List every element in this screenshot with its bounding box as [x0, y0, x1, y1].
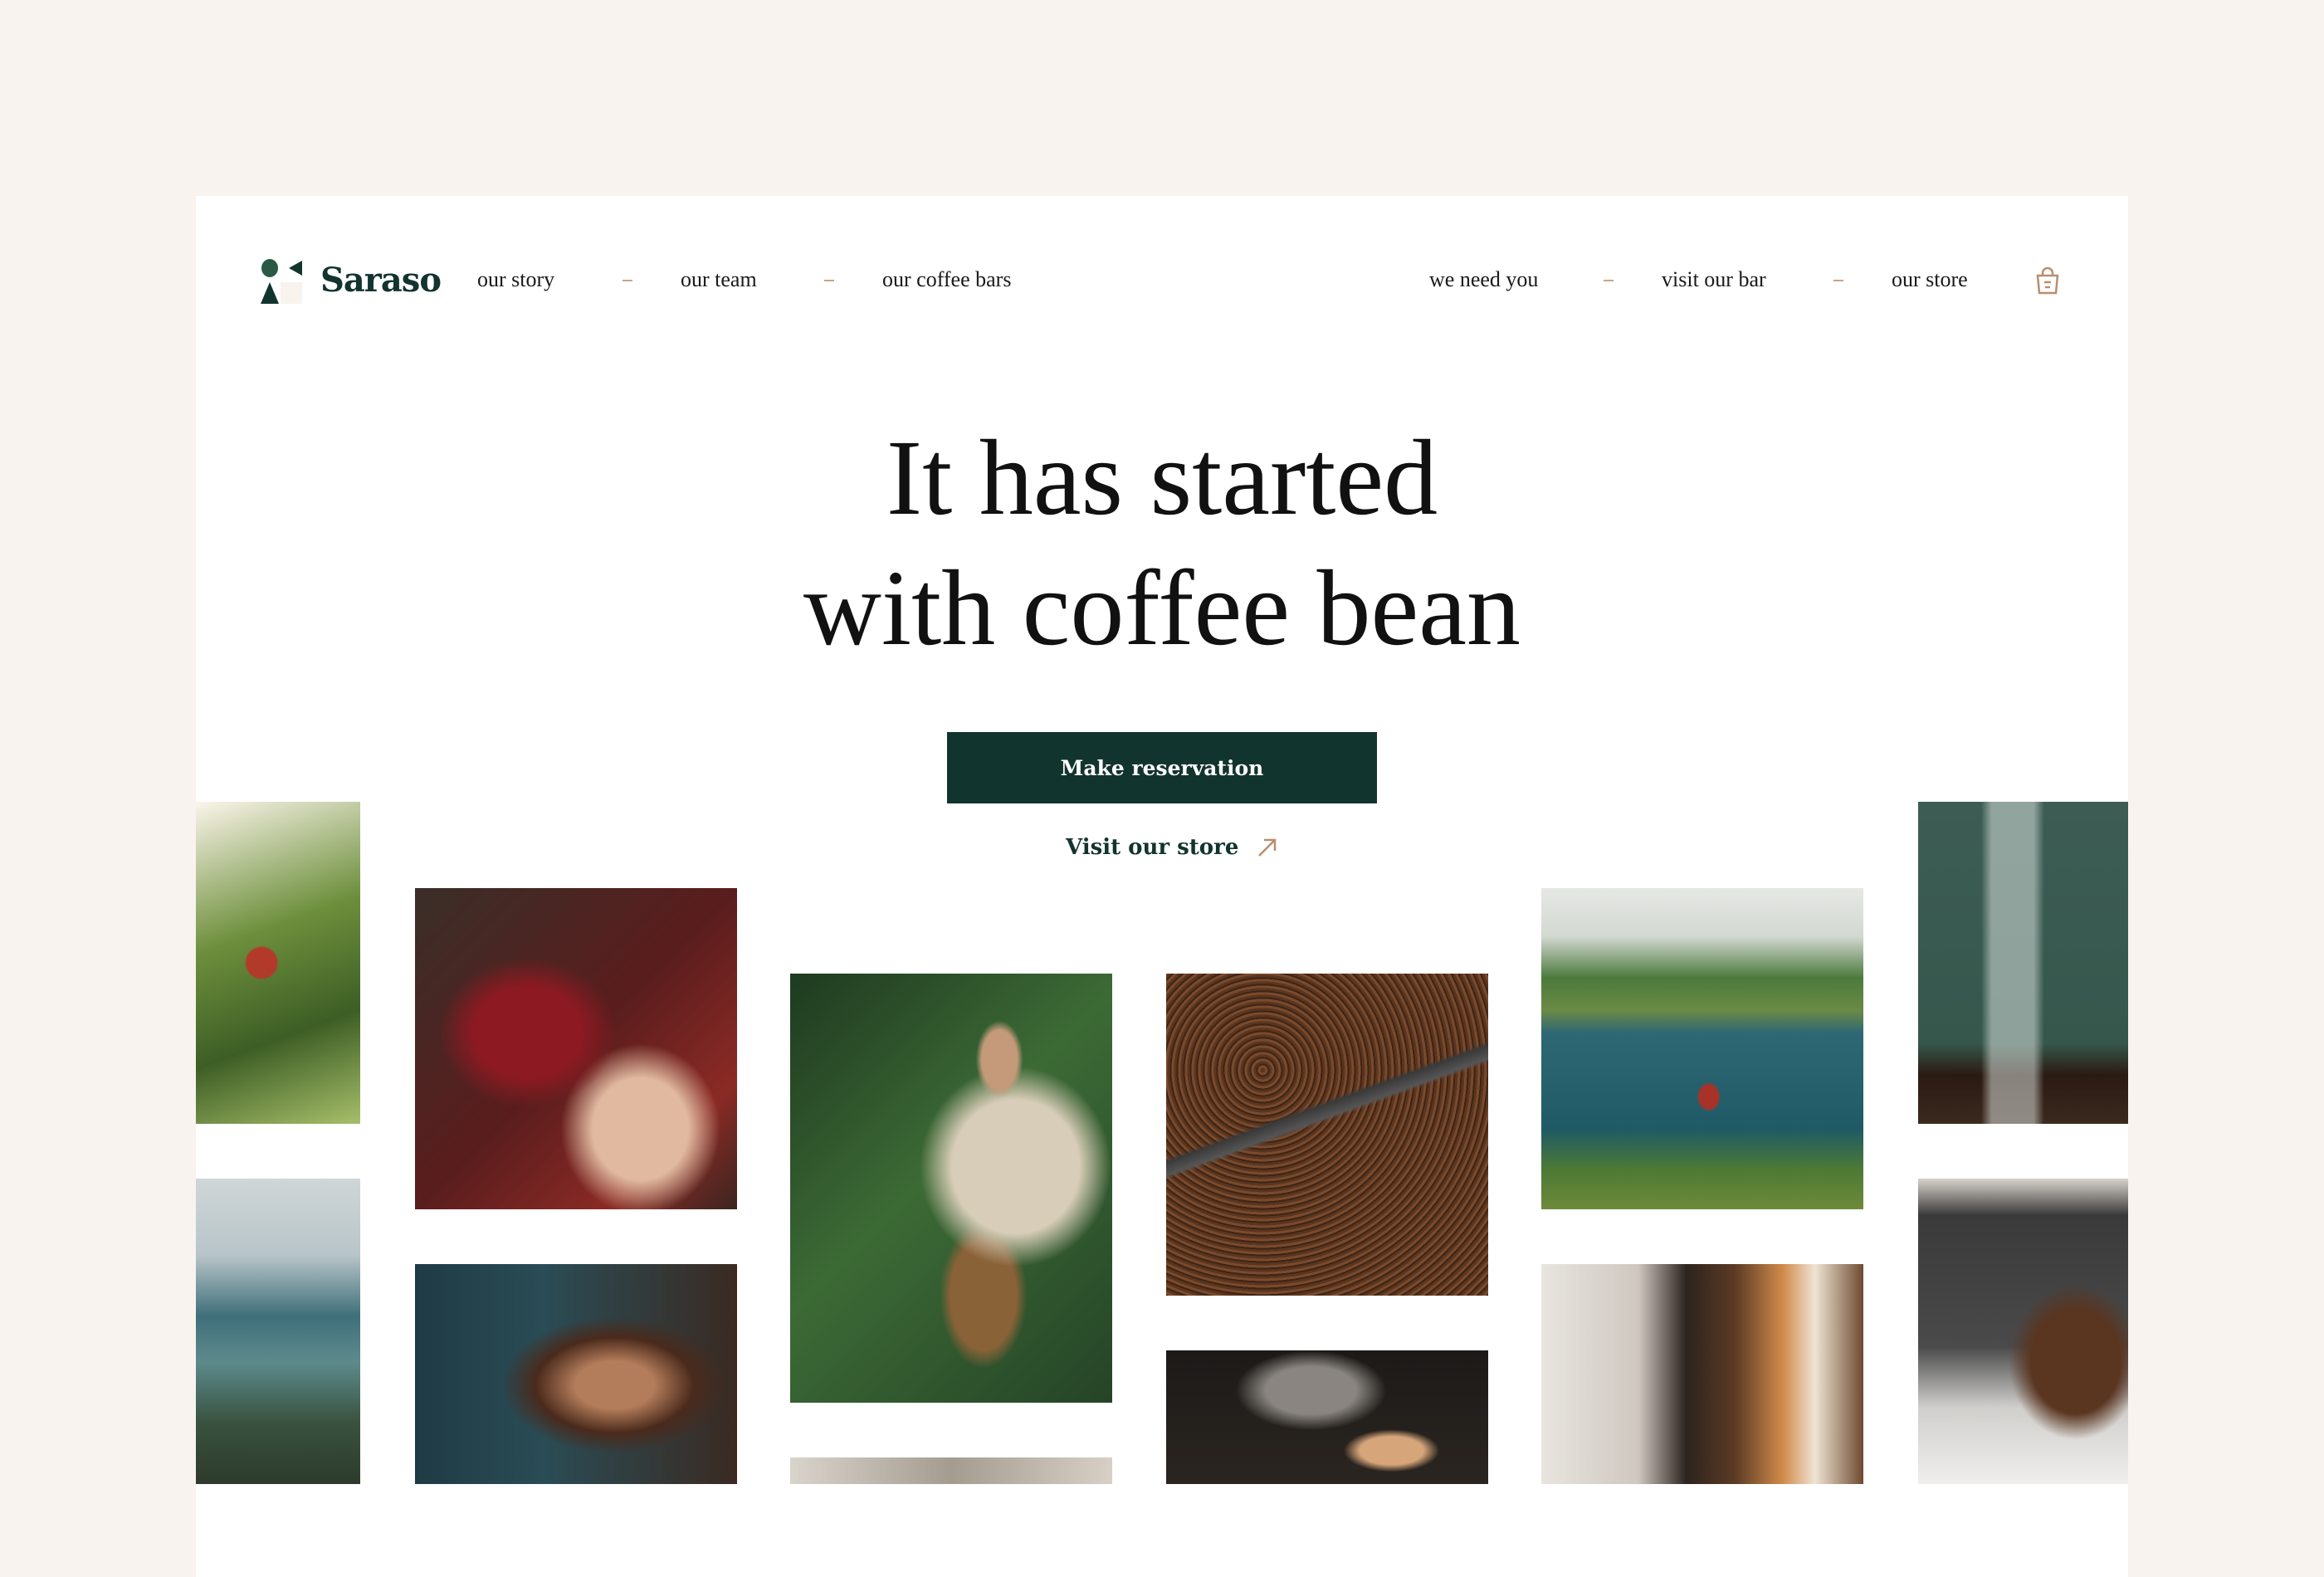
visit-store-label: Visit our store [1066, 835, 1239, 860]
headline-line-2: with coffee bean [803, 549, 1521, 668]
shopping-bag-icon[interactable] [2035, 267, 2060, 295]
photo-farmer-picking-coffee [790, 974, 1112, 1403]
nav-separator [824, 280, 834, 281]
photo-coffee-roaster-machine [1918, 1179, 2128, 1484]
photo-man-by-sea-cliff [1541, 888, 1863, 1209]
nav-we-need-you[interactable]: we need you [1429, 267, 1538, 292]
nav-our-team[interactable]: our team [681, 267, 757, 292]
photo-roasted-coffee-beans [1166, 974, 1488, 1296]
nav-separator [1604, 280, 1614, 281]
photo-misty-lake [196, 1179, 360, 1484]
arrow-up-right-icon [1258, 838, 1277, 857]
nav-separator [1833, 280, 1843, 281]
photo-coffee-bar-interior [1541, 1264, 1863, 1484]
photo-woman-with-coffee-cup [415, 1264, 737, 1484]
photo-chemex-coffee-maker [1918, 802, 2128, 1124]
nav-separator [622, 280, 632, 281]
make-reservation-button[interactable]: Make reservation [947, 732, 1377, 803]
photo-phone-and-latte [1166, 1350, 1488, 1484]
visit-store-link[interactable]: Visit our store [1066, 835, 1278, 860]
hero-headline: It has started with coffee bean [196, 413, 2128, 674]
photo-hands-coffee-cherries [415, 888, 737, 1209]
saraso-logo[interactable] [259, 259, 304, 304]
photo-coffee-shop-wall [790, 1457, 1112, 1484]
nav-visit-our-bar[interactable]: visit our bar [1662, 267, 1766, 292]
nav-our-coffee-bars[interactable]: our coffee bars [882, 267, 1011, 292]
nav-our-story[interactable]: our story [477, 267, 554, 292]
photo-coffee-cherries-branch [196, 802, 360, 1124]
page-card: Saraso our story our team our coffee bar… [196, 196, 2128, 1577]
brand-name[interactable]: Saraso [320, 261, 442, 300]
headline-line-1: It has started [886, 418, 1438, 538]
nav-our-store[interactable]: our store [1892, 267, 1968, 292]
